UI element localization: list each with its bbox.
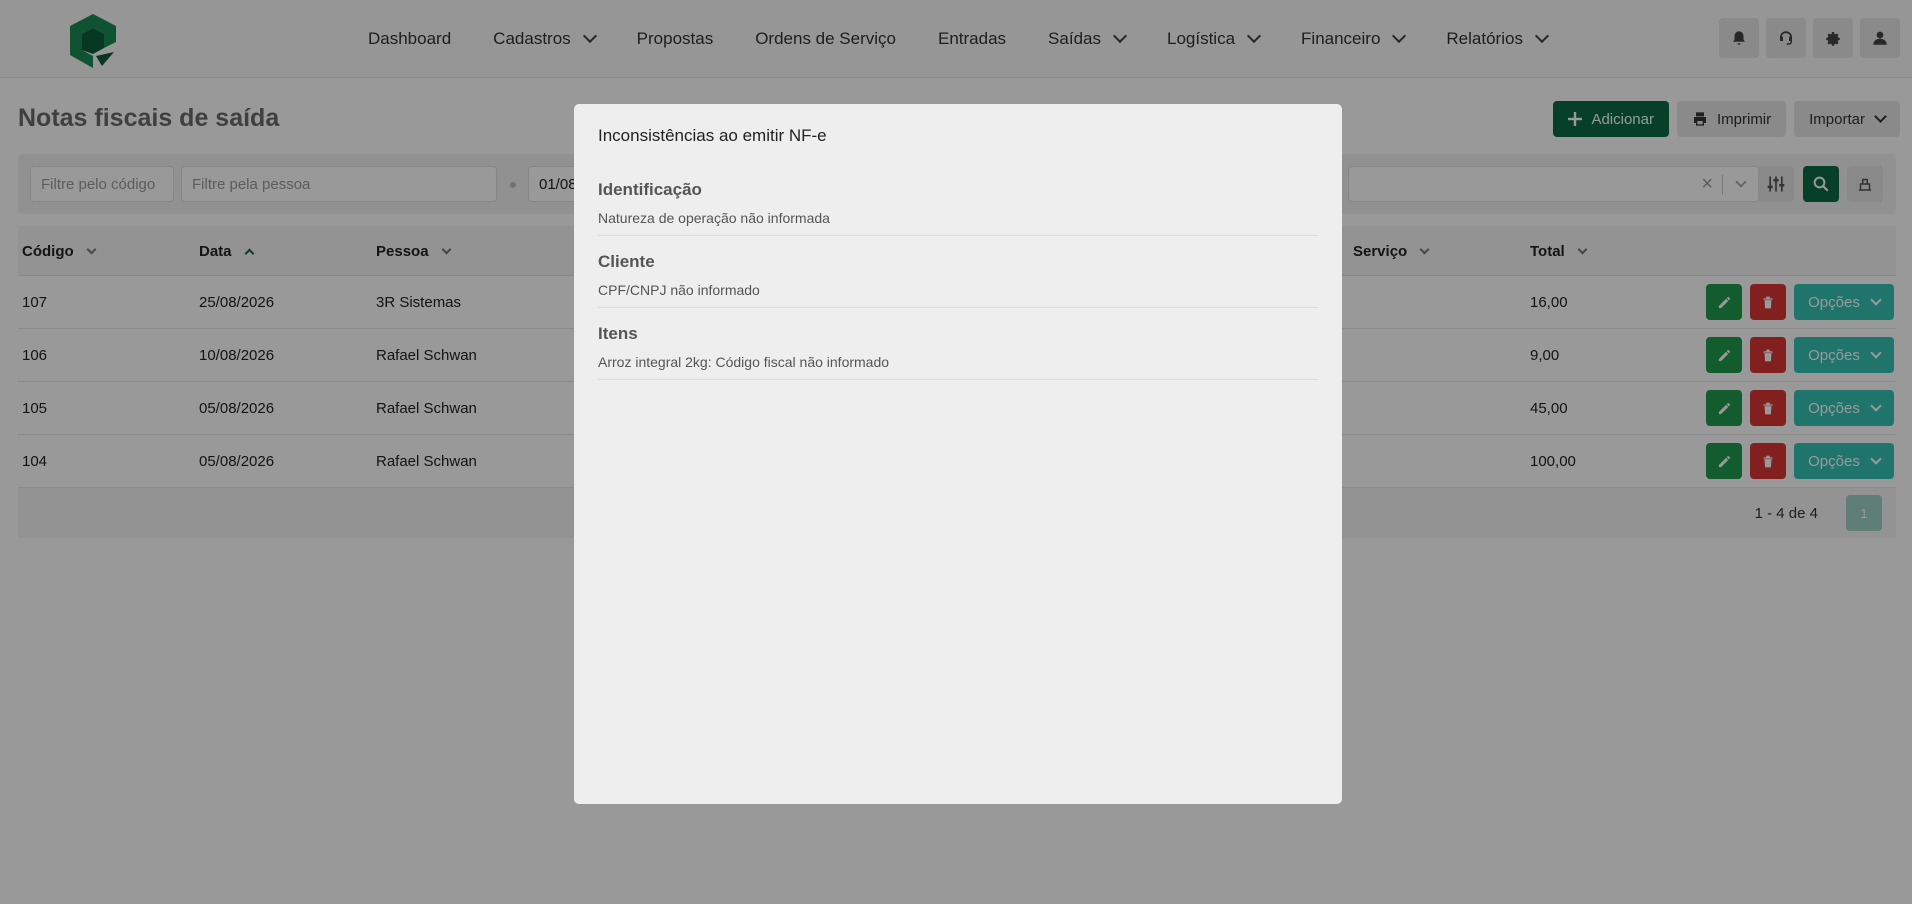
- modal-title: Inconsistências ao emitir NF-e: [598, 126, 827, 145]
- section-message: Arroz integral 2kg: Código fiscal não in…: [598, 354, 890, 370]
- modal-section-identificacao: Identificação Natureza de operação não i…: [598, 180, 1318, 236]
- section-title: Cliente: [598, 252, 655, 271]
- modal-section-cliente: Cliente CPF/CNPJ não informado: [598, 252, 1318, 308]
- nfe-inconsistencies-modal: Inconsistências ao emitir NF-e Identific…: [574, 104, 1342, 804]
- modal-section-itens: Itens Arroz integral 2kg: Código fiscal …: [598, 324, 1318, 380]
- section-message: Natureza de operação não informada: [598, 210, 830, 226]
- section-title: Itens: [598, 324, 638, 343]
- section-title: Identificação: [598, 180, 702, 199]
- section-message: CPF/CNPJ não informado: [598, 282, 760, 298]
